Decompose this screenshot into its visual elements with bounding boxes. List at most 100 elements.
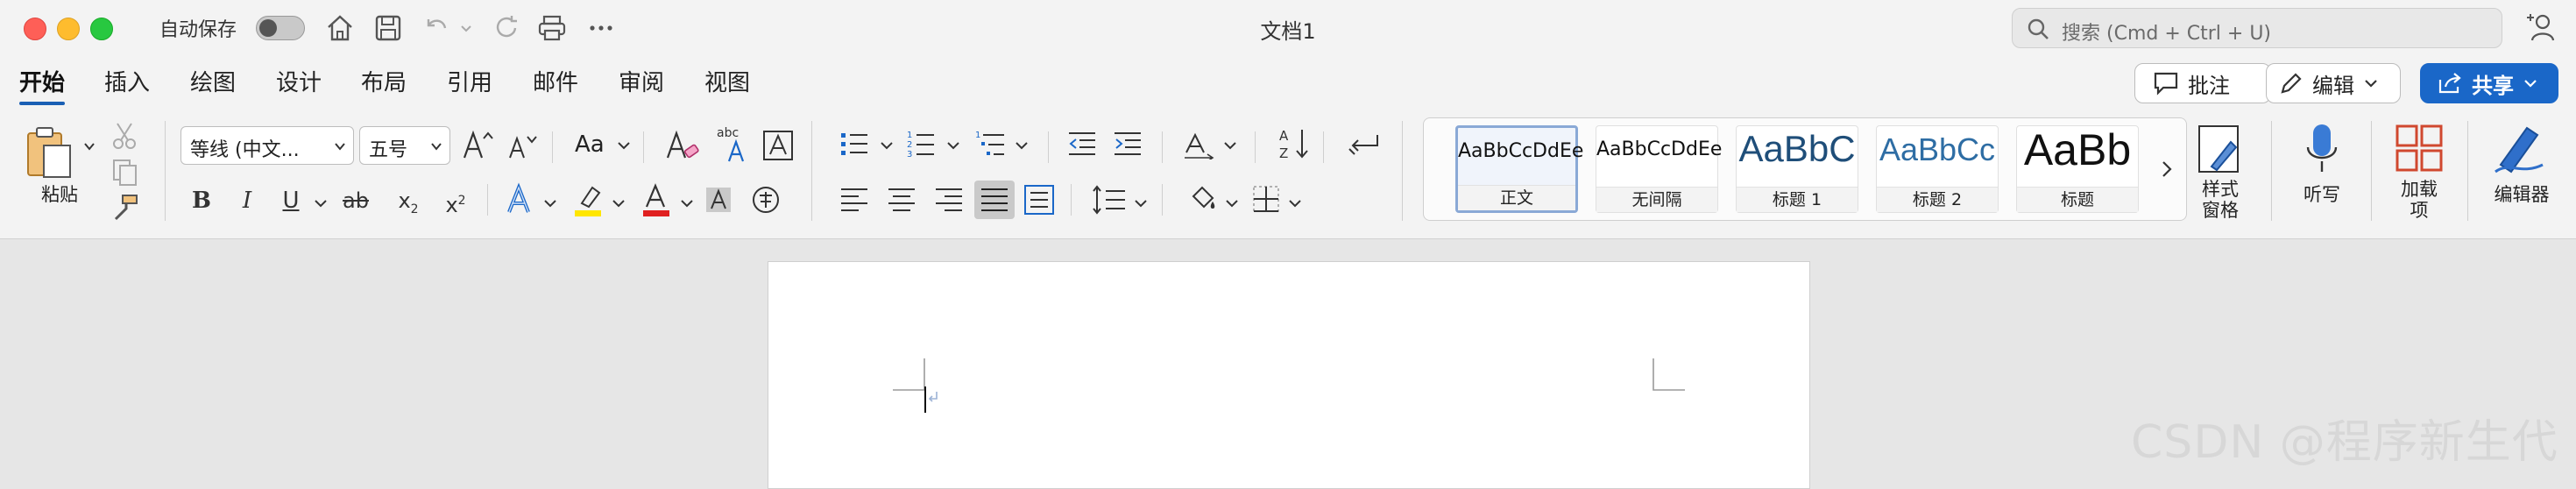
- chevron-down-icon[interactable]: [1134, 198, 1148, 209]
- align-center-icon[interactable]: [887, 186, 916, 214]
- line-spacing-icon[interactable]: [1092, 184, 1127, 216]
- chevron-down-icon[interactable]: [612, 198, 626, 209]
- home-icon[interactable]: [324, 12, 356, 44]
- font-color-icon[interactable]: [640, 182, 675, 217]
- chevron-down-icon[interactable]: [543, 198, 557, 209]
- align-left-icon[interactable]: [839, 186, 869, 214]
- chevron-down-icon[interactable]: [1288, 198, 1302, 209]
- style-heading-2[interactable]: AaBbCc 标题 2: [1876, 125, 1999, 213]
- shading-icon[interactable]: [1188, 182, 1220, 214]
- style-sample: AaBbCc: [1879, 131, 1996, 167]
- multilevel-list-icon[interactable]: 1: [974, 128, 1006, 159]
- comments-button[interactable]: 批注: [2134, 63, 2271, 103]
- tab-view[interactable]: 视图: [704, 65, 750, 100]
- autosave-toggle[interactable]: [256, 16, 305, 40]
- enclose-character-icon[interactable]: [750, 184, 782, 216]
- style-sample: AaBb: [2023, 125, 2132, 174]
- chevron-down-icon[interactable]: [880, 140, 894, 151]
- character-shading-icon[interactable]: [704, 186, 732, 214]
- search-icon: [2028, 18, 2049, 39]
- chevron-down-icon: [2524, 80, 2537, 88]
- borders-icon[interactable]: [1251, 184, 1281, 214]
- show-formatting-marks-icon[interactable]: [1346, 130, 1381, 159]
- account-icon[interactable]: [2523, 12, 2557, 44]
- chevron-down-icon[interactable]: [1225, 198, 1239, 209]
- tab-home[interactable]: 开始: [19, 65, 66, 105]
- minimize-window-button[interactable]: [57, 18, 80, 40]
- chevron-down-icon[interactable]: [617, 140, 631, 151]
- superscript-button[interactable]: x2: [438, 182, 473, 219]
- bullets-icon[interactable]: [839, 130, 869, 158]
- subscript-button[interactable]: x2: [391, 182, 426, 219]
- font-size-combo[interactable]: 五号: [359, 126, 450, 165]
- style-no-spacing[interactable]: AaBbCcDdEe 无间隔: [1596, 125, 1722, 213]
- style-heading-1[interactable]: AaBbC 标题 1: [1736, 125, 1858, 213]
- gallery-more-chevron-icon[interactable]: [2158, 159, 2176, 180]
- group-separator: [1162, 131, 1163, 163]
- microphone-icon[interactable]: [2304, 121, 2339, 177]
- increase-indent-icon[interactable]: [1113, 130, 1143, 158]
- justify-button[interactable]: [974, 181, 1015, 219]
- undo-dropdown-chevron-icon[interactable]: [457, 12, 475, 44]
- tab-review[interactable]: 审阅: [619, 65, 664, 100]
- format-painter-icon[interactable]: [109, 193, 140, 223]
- search-box[interactable]: 搜索 (Cmd + Ctrl + U): [2012, 8, 2502, 48]
- group-separator: [643, 131, 644, 163]
- svg-text:Z: Z: [1279, 145, 1288, 161]
- chevron-down-icon[interactable]: [1223, 140, 1237, 151]
- font-size-value: 五号: [369, 139, 408, 161]
- tab-references[interactable]: 引用: [447, 65, 492, 100]
- document-page[interactable]: [768, 261, 1810, 489]
- editing-mode-button[interactable]: 编辑: [2266, 63, 2401, 103]
- tab-insert[interactable]: 插入: [104, 65, 150, 100]
- zoom-window-button[interactable]: [90, 18, 113, 40]
- grow-font-icon[interactable]: [461, 128, 494, 163]
- enclose-characters-icon[interactable]: [761, 128, 796, 163]
- chevron-down-icon[interactable]: [946, 140, 960, 151]
- tab-design[interactable]: 设计: [276, 65, 322, 100]
- bold-button[interactable]: B: [184, 182, 219, 219]
- style-title[interactable]: AaBb 标题: [2016, 125, 2139, 213]
- italic-button[interactable]: I: [230, 182, 265, 219]
- tab-layout[interactable]: 布局: [361, 65, 407, 100]
- highlight-color-icon[interactable]: [571, 182, 606, 217]
- watermark: CSDN @程序新生代: [2131, 416, 2558, 469]
- editor-icon[interactable]: [2492, 121, 2548, 175]
- font-name-combo[interactable]: 等线 (中文...: [180, 126, 354, 165]
- align-right-icon[interactable]: [934, 186, 964, 214]
- paste-options-chevron-icon[interactable]: [82, 140, 96, 152]
- close-window-button[interactable]: [24, 18, 46, 40]
- decrease-indent-icon[interactable]: [1067, 130, 1097, 158]
- add-ins-icon[interactable]: [2394, 123, 2445, 174]
- strikethrough-button[interactable]: ab: [338, 182, 373, 219]
- change-case-button[interactable]: Aa: [575, 131, 605, 158]
- paste-icon[interactable]: [25, 123, 77, 181]
- text-direction-icon[interactable]: [1183, 130, 1214, 159]
- share-button[interactable]: 共享: [2420, 63, 2558, 103]
- text-effects-icon[interactable]: [505, 182, 536, 217]
- undo-icon[interactable]: [421, 12, 452, 44]
- tab-draw[interactable]: 绘图: [190, 65, 236, 100]
- more-commands-icon[interactable]: [585, 12, 617, 44]
- clear-formatting-icon[interactable]: [662, 126, 701, 165]
- redo-icon[interactable]: [491, 12, 522, 44]
- style-normal[interactable]: AaBbCcDdEe 正文: [1455, 125, 1583, 213]
- print-icon[interactable]: [536, 12, 568, 44]
- chevron-down-icon[interactable]: [314, 198, 328, 209]
- distributed-align-icon[interactable]: [1023, 184, 1055, 216]
- editing-label: 编辑: [2312, 73, 2354, 98]
- group-separator: [2371, 121, 2372, 221]
- cut-icon[interactable]: [110, 121, 138, 151]
- numbering-icon[interactable]: 1 2 3: [906, 128, 936, 159]
- styles-pane-icon[interactable]: [2196, 123, 2245, 177]
- copy-icon[interactable]: [110, 158, 138, 188]
- save-icon[interactable]: [372, 12, 404, 44]
- search-placeholder: 搜索 (Cmd + Ctrl + U): [2062, 23, 2272, 45]
- tab-mailings[interactable]: 邮件: [533, 65, 578, 100]
- underline-button[interactable]: U: [273, 182, 308, 219]
- shrink-font-icon[interactable]: [506, 131, 538, 163]
- chevron-down-icon[interactable]: [1015, 140, 1029, 151]
- phonetic-guide-icon[interactable]: abc: [713, 124, 752, 165]
- sort-icon[interactable]: A Z: [1277, 126, 1309, 161]
- chevron-down-icon[interactable]: [680, 198, 694, 209]
